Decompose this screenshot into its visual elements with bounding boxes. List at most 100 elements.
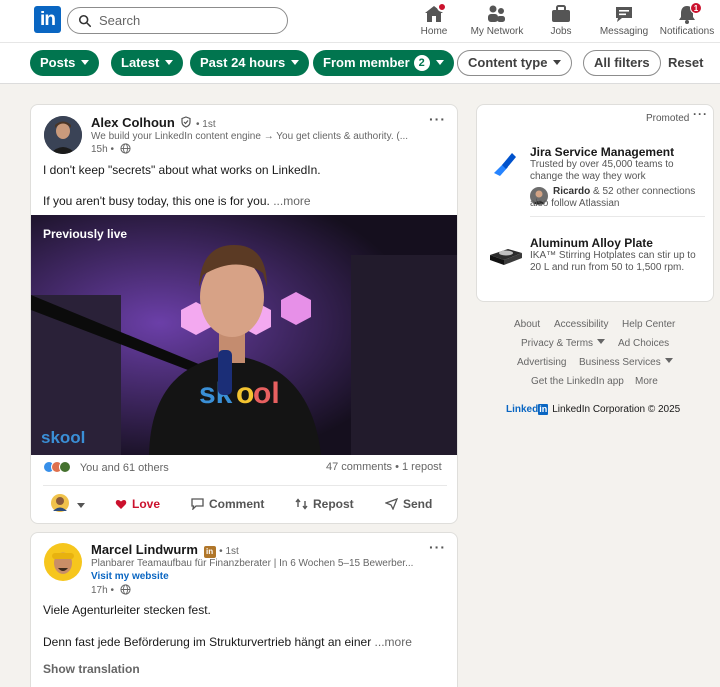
show-translation-link[interactable]: Show translation bbox=[43, 662, 140, 676]
avatar[interactable] bbox=[44, 543, 82, 581]
filter-posts-button[interactable]: Posts bbox=[30, 50, 100, 76]
hotplate-product-icon bbox=[490, 249, 522, 265]
more-options-icon[interactable]: ··· bbox=[429, 539, 446, 555]
chevron-down-icon bbox=[165, 60, 174, 65]
linkedin-premium-icon: in bbox=[203, 546, 216, 558]
love-button[interactable]: Love bbox=[115, 497, 160, 511]
footer-advertising-link[interactable]: Advertising bbox=[517, 357, 566, 368]
footer-linkedin-wordmark: Linked bbox=[506, 404, 539, 415]
filter-count-badge: 2 bbox=[413, 55, 430, 71]
svg-text:o: o bbox=[236, 377, 254, 410]
post-author-name[interactable]: Marcel Lindwurm in • 1st bbox=[91, 542, 239, 558]
post-time-text: 17h • bbox=[91, 585, 114, 596]
top-navigation: in Search Home My Network Jobs Messaging… bbox=[0, 0, 720, 42]
all-filters-label: All filters bbox=[594, 55, 650, 70]
comments-reposts-count[interactable]: 47 comments • 1 repost bbox=[326, 461, 442, 473]
chevron-down-icon bbox=[291, 60, 300, 65]
avatar[interactable] bbox=[44, 116, 82, 154]
post-author-name[interactable]: Alex Colhoun • 1st bbox=[91, 115, 216, 130]
filter-latest-button[interactable]: Latest bbox=[111, 50, 184, 76]
post-text-line1: Viele Agenturleiter stecken fest. bbox=[43, 603, 211, 617]
all-filters-button[interactable]: All filters bbox=[583, 50, 661, 76]
footer-copyright: Linkedin LinkedIn Corporation © 2025 bbox=[506, 404, 680, 415]
nav-home[interactable]: Home bbox=[418, 2, 450, 37]
footer-app-link[interactable]: Get the LinkedIn app bbox=[531, 376, 624, 387]
divider bbox=[43, 485, 447, 486]
footer-help-link[interactable]: Help Center bbox=[622, 319, 675, 330]
footer-business-link[interactable]: Business Services bbox=[579, 357, 673, 368]
ad-text-line2: change the way they work bbox=[530, 171, 646, 182]
repost-icon bbox=[295, 498, 308, 510]
filter-posts-label: Posts bbox=[40, 55, 76, 70]
network-icon bbox=[486, 4, 508, 24]
video-player[interactable]: sk o ol skool Previously live bbox=[31, 215, 457, 455]
see-more-link[interactable]: ...more bbox=[273, 194, 310, 208]
filter-latest-label: Latest bbox=[121, 55, 160, 70]
reset-button[interactable]: Reset bbox=[668, 55, 703, 70]
author-headline: We build your LinkedIn content engine → … bbox=[91, 131, 409, 142]
footer-about-link[interactable]: About bbox=[514, 319, 540, 330]
filter-date-label: Past 24 hours bbox=[200, 55, 286, 70]
home-icon bbox=[423, 2, 447, 24]
nav-notifications[interactable]: 1 Notifications bbox=[657, 2, 717, 37]
nav-my-network[interactable]: My Network bbox=[469, 4, 525, 37]
author-headline: Planbarer Teamaufbau für Finanzberater |… bbox=[91, 558, 414, 569]
chevron-down-icon bbox=[597, 339, 606, 344]
send-icon bbox=[384, 497, 399, 511]
filter-from-member-button[interactable]: From member 2 bbox=[313, 50, 454, 76]
filter-content-type-button[interactable]: Content type bbox=[457, 50, 573, 76]
svg-text:skool: skool bbox=[41, 428, 85, 447]
feed-post-alex: Alex Colhoun • 1st We build your LinkedI… bbox=[30, 104, 458, 524]
search-placeholder: Search bbox=[99, 13, 141, 28]
ad-social-text2: also follow Atlassian bbox=[530, 198, 620, 209]
footer-copyright-text: LinkedIn Corporation © 2025 bbox=[552, 404, 681, 415]
avatar bbox=[51, 494, 69, 512]
connection-degree: • 1st bbox=[196, 119, 216, 130]
nav-jobs[interactable]: Jobs bbox=[548, 4, 574, 37]
chevron-down-icon bbox=[81, 60, 90, 65]
ad-social-text: & 52 other connections bbox=[593, 186, 696, 197]
nav-notifications-label: Notifications bbox=[659, 26, 715, 37]
reactions-count-text: You and 61 others bbox=[79, 462, 169, 474]
filter-date-button[interactable]: Past 24 hours bbox=[190, 50, 310, 76]
nav-messaging[interactable]: Messaging bbox=[598, 4, 650, 37]
footer-ad-choices-link[interactable]: Ad Choices bbox=[618, 338, 669, 349]
linkedin-logo-icon: in bbox=[538, 404, 549, 415]
search-input[interactable]: Search bbox=[67, 7, 288, 34]
feed-post-marcel: Marcel Lindwurm in • 1st Planbarer Teama… bbox=[30, 532, 458, 687]
send-button[interactable]: Send bbox=[384, 497, 433, 511]
more-options-icon[interactable]: ··· bbox=[693, 107, 708, 121]
visit-website-link[interactable]: Visit my website bbox=[91, 571, 169, 582]
post-text-line2: If you aren't busy today, this one is fo… bbox=[43, 194, 311, 208]
comment-button[interactable]: Comment bbox=[191, 497, 264, 511]
ad-text-line2: 20 L and run from 50 to 1,500 rpm. bbox=[530, 262, 685, 273]
footer-business-text: Business Services bbox=[579, 357, 661, 368]
chevron-down-icon bbox=[553, 60, 562, 65]
linkedin-logo[interactable]: in bbox=[34, 6, 61, 33]
verified-icon bbox=[181, 116, 192, 128]
post-time-text: 15h • bbox=[91, 144, 114, 155]
comment-label: Comment bbox=[209, 497, 265, 511]
author-name-text: Alex Colhoun bbox=[91, 115, 175, 130]
love-label: Love bbox=[132, 497, 161, 511]
more-options-icon[interactable]: ··· bbox=[429, 111, 446, 127]
chevron-down-icon bbox=[77, 503, 85, 508]
footer-accessibility-link[interactable]: Accessibility bbox=[554, 319, 608, 330]
footer-more-link[interactable]: More bbox=[635, 376, 658, 387]
promoted-panel: Promoted ··· Jira Service Management Tru… bbox=[476, 104, 714, 302]
ad-text-line1: Trusted by over 45,000 teams to bbox=[530, 159, 674, 170]
footer-privacy-link[interactable]: Privacy & Terms bbox=[521, 338, 606, 349]
see-more-link[interactable]: ...more bbox=[375, 635, 412, 649]
reactions-summary[interactable]: You and 61 others bbox=[43, 461, 169, 474]
svg-text:ol: ol bbox=[253, 377, 280, 410]
ad-social-proof: Ricardo & 52 other connections bbox=[553, 186, 695, 198]
video-thumbnail: sk o ol skool bbox=[31, 215, 457, 455]
send-label: Send bbox=[403, 497, 433, 511]
reaction-actor-selector[interactable] bbox=[51, 494, 85, 513]
comment-icon bbox=[191, 498, 204, 511]
repost-label: Repost bbox=[313, 497, 354, 511]
chevron-down-icon bbox=[664, 358, 673, 363]
post-text-line2-text: Denn fast jede Beförderung im Strukturve… bbox=[43, 635, 372, 649]
messaging-icon bbox=[613, 4, 635, 24]
repost-button[interactable]: Repost bbox=[295, 497, 354, 511]
